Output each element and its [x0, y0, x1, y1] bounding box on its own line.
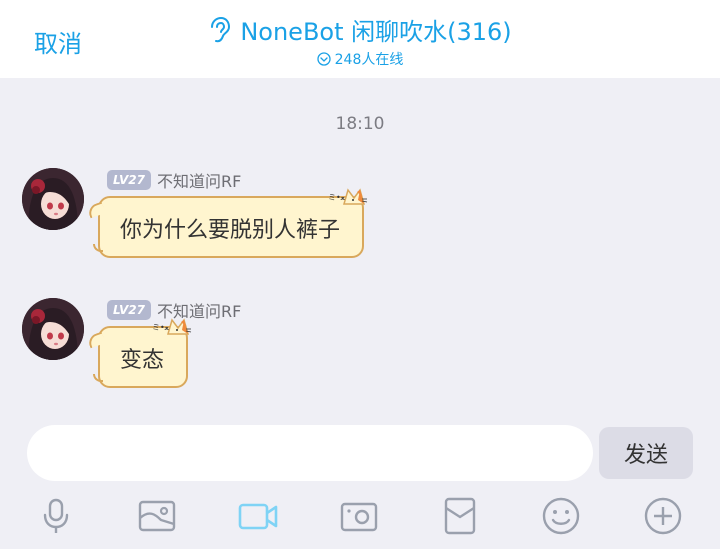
online-status[interactable]: 248人在线 — [0, 49, 720, 69]
message-bubble[interactable]: 你为什么要脱别人裤子 ミ•ﻌ — [92, 188, 368, 258]
level-badge: LV27 — [107, 170, 151, 190]
avatar[interactable] — [22, 168, 84, 230]
red-packet-icon[interactable] — [440, 494, 480, 538]
message-bubble-wrap: 变态 ミ•ﻌ — [90, 318, 192, 388]
chat-header: 取消 NoneBot 闲聊吹水(316) 248人在线 — [0, 0, 720, 78]
message-item: LV27 不知道问RF 你为什么要脱别人裤子 ミ•ﻌ — [0, 166, 720, 276]
image-icon[interactable] — [137, 494, 177, 538]
plus-icon[interactable] — [643, 494, 683, 538]
chevron-down-circle-icon — [316, 52, 331, 66]
message-item: LV27 不知道问RF 变态 ミ•ﻌ — [0, 296, 720, 406]
message-text: 你为什么要脱别人裤子 — [120, 218, 341, 243]
input-toolbar — [0, 494, 720, 540]
send-button[interactable]: 发送 — [599, 427, 693, 479]
emoji-icon[interactable] — [541, 494, 581, 538]
group-name: NoneBot 闲聊吹水(316) — [240, 18, 512, 46]
cat-ears-icon: ミ•ﻌ — [328, 188, 368, 205]
chat-title: NoneBot 闲聊吹水(316) — [0, 12, 720, 47]
level-badge: LV27 — [107, 300, 151, 320]
message-timestamp: 18:10 — [335, 114, 385, 134]
svg-text:ミ•ﻌ: ミ•ﻌ — [328, 193, 345, 202]
avatar[interactable] — [22, 298, 84, 360]
camera-icon[interactable] — [339, 494, 379, 538]
microphone-icon[interactable] — [36, 494, 76, 538]
message-bubble-wrap: 你为什么要脱别人裤子 ミ•ﻌ — [90, 188, 368, 258]
message-meta: LV27 不知道问RF — [107, 168, 241, 192]
sender-name[interactable]: 不知道问RF — [157, 168, 241, 192]
cat-ears-icon: ミ•ﻌ — [152, 318, 192, 335]
message-bubble[interactable]: 变态 ミ•ﻌ — [92, 318, 192, 388]
message-text: 变态 — [120, 348, 165, 373]
message-input[interactable] — [27, 425, 593, 481]
online-count: 248人在线 — [334, 52, 404, 68]
svg-text:ミ•ﻌ: ミ•ﻌ — [152, 323, 169, 332]
ear-icon[interactable] — [208, 16, 231, 43]
video-icon[interactable] — [238, 494, 278, 538]
